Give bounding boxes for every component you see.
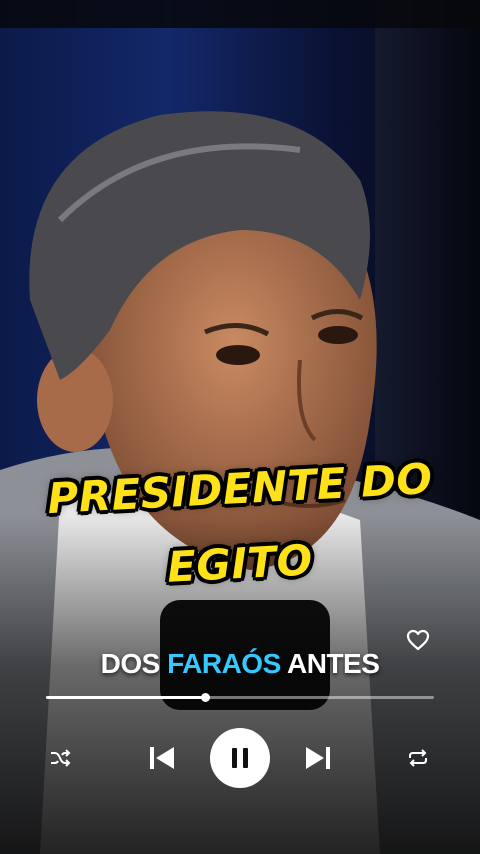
progress-bar[interactable] xyxy=(46,693,434,702)
shuffle-button[interactable] xyxy=(46,744,74,772)
lyric-word-highlight: FARAÓS xyxy=(167,648,281,679)
skip-previous-icon xyxy=(150,747,174,769)
pause-icon xyxy=(232,748,248,768)
video-frame: PRESIDENTE DO EGITO DOS FARAÓS ANTES xyxy=(0,0,480,854)
next-button[interactable] xyxy=(302,742,334,774)
lyric-word-after: ANTES xyxy=(287,648,380,679)
lyric-line: DOS FARAÓS ANTES xyxy=(0,648,480,680)
repeat-icon xyxy=(409,749,427,767)
repeat-button[interactable] xyxy=(404,744,432,772)
progress-fill xyxy=(46,696,206,699)
pause-button[interactable] xyxy=(210,728,270,788)
shuffle-icon xyxy=(51,749,71,767)
previous-button[interactable] xyxy=(146,742,178,774)
lyric-word-before: DOS xyxy=(100,648,161,679)
progress-knob[interactable] xyxy=(201,693,211,702)
skip-next-icon xyxy=(306,747,330,769)
